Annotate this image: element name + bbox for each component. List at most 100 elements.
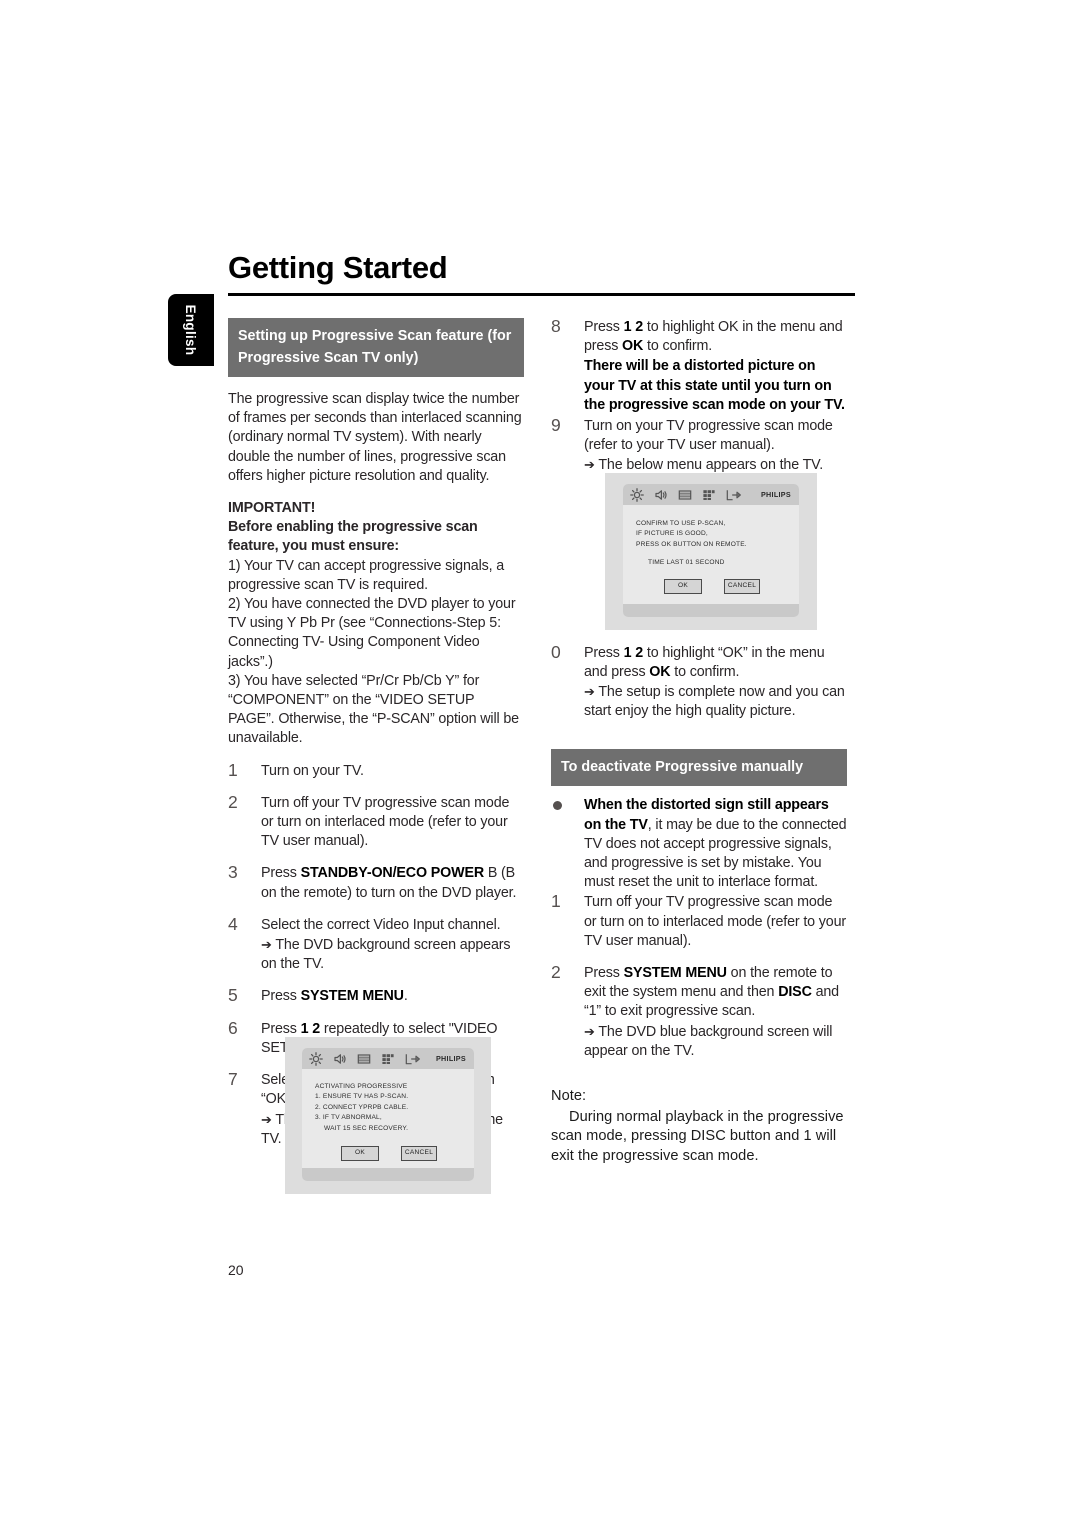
tv-osd-panel: PHILIPS ACTIVATING PROGRESSIVE 1. ENSURE… [302, 1048, 474, 1181]
gear-icon[interactable] [309, 1051, 323, 1066]
gear-icon[interactable] [630, 487, 644, 502]
tv-screen-figure-2: PHILIPS CONFIRM TO USE P-SCAN, IF PICTUR… [605, 473, 817, 630]
step-text-pre: Press [584, 965, 624, 982]
step-number: 5 [228, 985, 238, 1006]
important-item-2: 2) You have connected the DVD player to … [228, 596, 516, 670]
key-standby-on-eco-power: STANDBY-ON/ECO POWER [300, 865, 485, 882]
step-number: 7 [228, 1069, 238, 1090]
step-number: 8 [551, 316, 561, 336]
osd-icon-bar: PHILIPS [302, 1048, 474, 1069]
step-text-pre: Press [261, 1020, 301, 1037]
important-item-3: 3) You have selected “Pr/Cr Pb/Cb Y” for… [228, 672, 519, 747]
step-result: The below menu appears on the TV. [598, 457, 824, 474]
step-text-post: . [403, 988, 408, 1005]
arrow-icon: ➔ [584, 684, 595, 700]
section-heading-deactivate: To deactivate Progressive manually [551, 749, 847, 787]
step-text-post2: to confirm. [643, 338, 713, 355]
step-text-pre: Press [584, 319, 624, 335]
osd-message: CONFIRM TO USE P-SCAN, IF PICTURE IS GOO… [623, 505, 799, 594]
key-disc: DISC [778, 984, 812, 1001]
speaker-icon[interactable] [654, 488, 668, 502]
speaker-icon[interactable] [333, 1052, 347, 1066]
step-1: 1 Turn on your TV. [228, 759, 524, 781]
section-heading-progressive-setup: Setting up Progressive Scan feature (for… [228, 318, 524, 377]
osd-line: 2. CONNECT YPRPB CABLE. [315, 1103, 409, 1111]
key-navigation: 1 2 [623, 319, 644, 335]
step-9: 9 Turn on your TV progressive scan mode … [551, 415, 847, 476]
osd-button-row: OK CANCEL [315, 1146, 474, 1161]
key-navigation: 1 2 [623, 644, 644, 661]
video-screen-icon[interactable] [357, 1052, 371, 1066]
osd-icon-bar: PHILIPS [623, 484, 799, 505]
arrow-icon: ➔ [261, 1111, 272, 1127]
arrow-icon: ➔ [584, 457, 595, 473]
important-item-1: 1) Your TV can accept progressive signal… [228, 557, 505, 593]
osd-ok-button[interactable]: OK [664, 578, 702, 594]
step-number: 6 [228, 1017, 238, 1038]
step-result: The DVD background screen appears on the… [261, 937, 511, 973]
step-number: 4 [228, 913, 238, 934]
step-text: Turn off your TV progressive scan mode o… [261, 794, 510, 850]
step-0: 0 Press 1 2 to highlight “OK” in the men… [551, 641, 847, 722]
osd-line: ACTIVATING PROGRESSIVE [315, 1083, 408, 1090]
exit-arrow-icon[interactable] [405, 1052, 420, 1066]
step-3: 3 Press STANDBY-ON/ECO POWER B (B on the… [228, 862, 524, 902]
header-divider [228, 293, 855, 296]
step-text-pre: Press [261, 988, 301, 1005]
step-text: Turn off your TV progressive scan mode o… [584, 894, 846, 949]
step-number: 2 [551, 962, 561, 983]
step-2: 2 Turn off your TV progressive scan mode… [228, 792, 524, 852]
step-number: 3 [228, 862, 238, 883]
tv-osd-panel: PHILIPS CONFIRM TO USE P-SCAN, IF PICTUR… [623, 484, 799, 617]
left-column: Setting up Progressive Scan feature (for… [228, 318, 524, 1149]
deactivate-step-1: 1 Turn off your TV progressive scan mode… [551, 892, 847, 951]
osd-line: CONFIRM TO USE P-SCAN, [636, 520, 726, 527]
osd-message: ACTIVATING PROGRESSIVE 1. ENSURE TV HAS … [302, 1069, 474, 1161]
video-screen-icon[interactable] [678, 488, 692, 502]
key-navigation: 1 2 [300, 1020, 321, 1037]
tv-screen-figure-1: PHILIPS ACTIVATING PROGRESSIVE 1. ENSURE… [285, 1037, 491, 1194]
osd-timer-line: TIME LAST 01 SECOND [648, 559, 725, 567]
step-number: 1 [228, 759, 238, 780]
step-number: 9 [551, 415, 561, 436]
step-text-pre: Press [261, 865, 301, 882]
key-system-menu: SYSTEM MENU [623, 965, 727, 982]
right-column: 8 Press 1 2 to highlight OK in the menu … [551, 316, 847, 1166]
osd-line: IF PICTURE IS GOOD, [636, 530, 708, 538]
osd-line: PRESS OK BUTTON ON REMOTE. [636, 540, 747, 548]
step-text: Select the correct Video Input channel. [261, 916, 501, 933]
osd-line: 3. IF TV ABNORMAL, [315, 1114, 382, 1122]
arrow-icon: ➔ [584, 1023, 595, 1039]
step-number: 0 [551, 641, 561, 662]
important-subtitle: Before enabling the progressive scan fea… [228, 519, 478, 555]
osd-button-row: OK CANCEL [636, 578, 799, 594]
osd-cancel-button[interactable]: CANCEL [724, 578, 760, 594]
important-title: IMPORTANT! [228, 500, 316, 517]
key-ok: OK [649, 663, 671, 680]
osd-cancel-button[interactable]: CANCEL [401, 1146, 437, 1161]
grid-preferences-icon[interactable] [702, 488, 716, 502]
bullet-dot-icon [553, 801, 562, 811]
intro-paragraph: The progressive scan display twice the n… [228, 391, 522, 484]
osd-footer-bar [302, 1168, 474, 1181]
step-text: Turn on your TV progressive scan mode (r… [584, 418, 833, 454]
step-5: 5 Press SYSTEM MENU. [228, 985, 524, 1006]
osd-footer-bar [623, 604, 799, 617]
step-4: 4 Select the correct Video Input channel… [228, 913, 524, 975]
page-title: Getting Started [228, 250, 448, 285]
step-result: The setup is complete now and you can st… [584, 684, 845, 720]
arrow-icon: ➔ [261, 937, 272, 953]
step-text-pre: Press [584, 644, 624, 661]
osd-line: WAIT 15 SEC RECOVERY. [324, 1124, 409, 1132]
grid-preferences-icon[interactable] [381, 1052, 395, 1066]
step-text-post2: to confirm. [670, 663, 740, 680]
step-text: Turn on your TV. [261, 762, 364, 779]
step-8: 8 Press 1 2 to highlight OK in the menu … [551, 316, 847, 415]
osd-ok-button[interactable]: OK [341, 1146, 379, 1161]
bullet-distorted-sign: When the distorted sign still appears on… [551, 796, 847, 892]
exit-arrow-icon[interactable] [726, 488, 741, 502]
page-number: 20 [228, 1262, 244, 1278]
philips-logo: PHILIPS [760, 490, 791, 499]
language-tab: English [168, 294, 214, 366]
key-ok: OK [622, 338, 644, 355]
